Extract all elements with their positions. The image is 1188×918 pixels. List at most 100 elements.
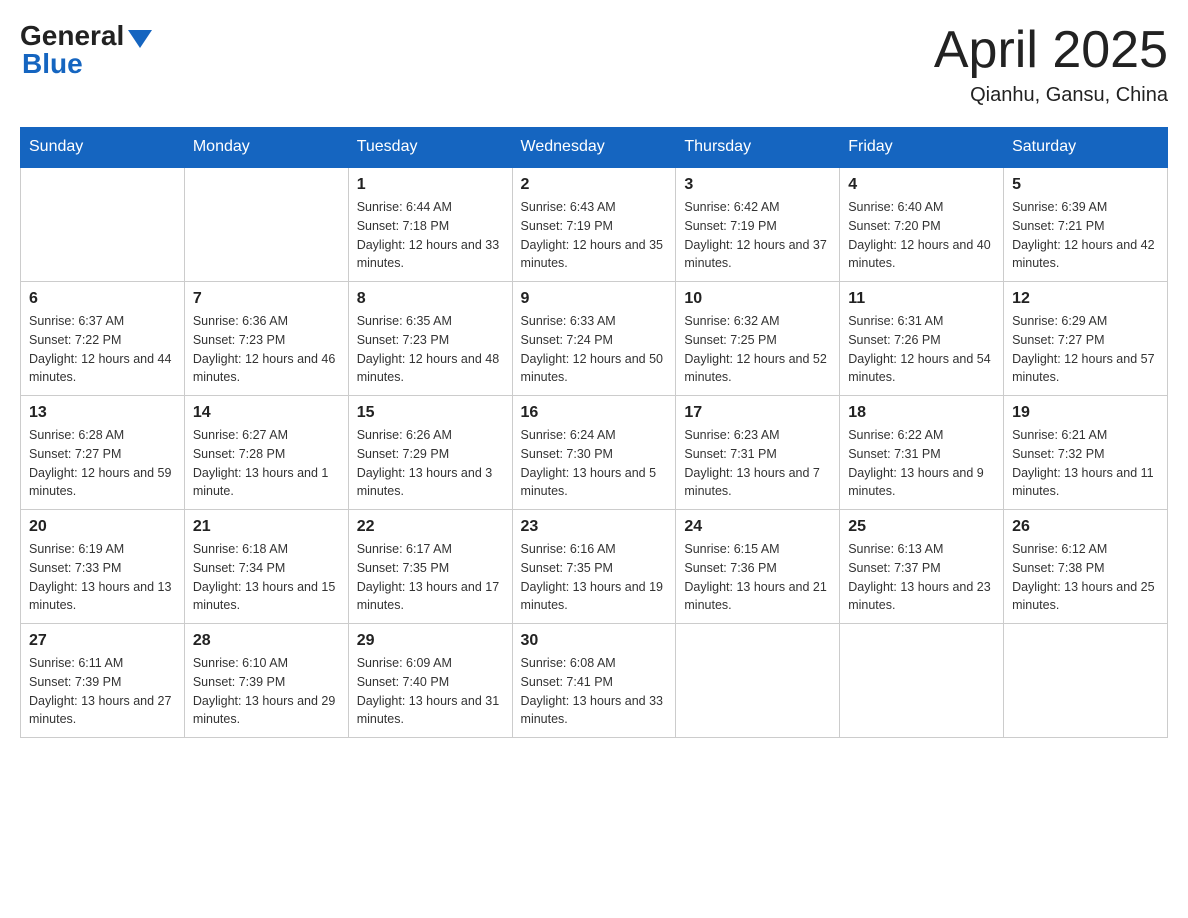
- day-number: 24: [684, 518, 831, 536]
- day-info: Sunrise: 6:35 AMSunset: 7:23 PMDaylight:…: [357, 312, 504, 387]
- calendar-day-cell: [1004, 624, 1168, 738]
- calendar-day-cell: 30Sunrise: 6:08 AMSunset: 7:41 PMDayligh…: [512, 624, 676, 738]
- calendar-day-cell: 21 Sunrise: 6:18 AMSunset: 7:34 PMDayligh…: [184, 510, 348, 624]
- calendar-day-cell: 19 Sunrise: 6:21 AMSunset: 7:32 PMDayligh…: [1004, 396, 1168, 510]
- calendar-day-cell: 7 Sunrise: 6:36 AMSunset: 7:23 PMDaylight…: [184, 282, 348, 396]
- calendar-day-cell: 13Sunrise: 6:28 AMSunset: 7:27 PMDayligh…: [21, 396, 185, 510]
- calendar-day-cell: 11 Sunrise: 6:31 AMSunset: 7:26 PMDayligh…: [840, 282, 1004, 396]
- calendar-day-cell: 25Sunrise: 6:13 AMSunset: 7:37 PMDayligh…: [840, 510, 1004, 624]
- calendar-title: April 2025: [934, 20, 1168, 80]
- day-info: Sunrise: 6:18 AMSunset: 7:34 PMDaylight:…: [193, 540, 340, 615]
- calendar-day-cell: 18Sunrise: 6:22 AMSunset: 7:31 PMDayligh…: [840, 396, 1004, 510]
- calendar-body: 1 Sunrise: 6:44 AMSunset: 7:18 PMDaylight…: [21, 167, 1168, 738]
- calendar-day-cell: [184, 167, 348, 282]
- days-of-week-row: SundayMondayTuesdayWednesdayThursdayFrid…: [21, 128, 1168, 168]
- calendar-week-row: 13Sunrise: 6:28 AMSunset: 7:27 PMDayligh…: [21, 396, 1168, 510]
- day-number: 29: [357, 632, 504, 650]
- day-info: Sunrise: 6:33 AMSunset: 7:24 PMDaylight:…: [521, 312, 668, 387]
- calendar-week-row: 20 Sunrise: 6:19 AMSunset: 7:33 PMDayligh…: [21, 510, 1168, 624]
- page-header: General Blue April 2025 Qianhu, Gansu, C…: [20, 20, 1168, 107]
- day-number: 26: [1012, 518, 1159, 536]
- day-info: Sunrise: 6:16 AMSunset: 7:35 PMDaylight:…: [521, 540, 668, 615]
- day-of-week-header: Thursday: [676, 128, 840, 168]
- day-number: 20: [29, 518, 176, 536]
- calendar-header: SundayMondayTuesdayWednesdayThursdayFrid…: [21, 128, 1168, 168]
- calendar-day-cell: 24Sunrise: 6:15 AMSunset: 7:36 PMDayligh…: [676, 510, 840, 624]
- calendar-day-cell: 6 Sunrise: 6:37 AMSunset: 7:22 PMDaylight…: [21, 282, 185, 396]
- day-of-week-header: Wednesday: [512, 128, 676, 168]
- day-info: Sunrise: 6:28 AMSunset: 7:27 PMDaylight:…: [29, 426, 176, 501]
- day-info: Sunrise: 6:24 AMSunset: 7:30 PMDaylight:…: [521, 426, 668, 501]
- calendar-day-cell: 1 Sunrise: 6:44 AMSunset: 7:18 PMDaylight…: [348, 167, 512, 282]
- day-number: 3: [684, 176, 831, 194]
- calendar-day-cell: 14 Sunrise: 6:27 AMSunset: 7:28 PMDayligh…: [184, 396, 348, 510]
- calendar-day-cell: [676, 624, 840, 738]
- calendar-week-row: 1 Sunrise: 6:44 AMSunset: 7:18 PMDaylight…: [21, 167, 1168, 282]
- day-info: Sunrise: 6:17 AMSunset: 7:35 PMDaylight:…: [357, 540, 504, 615]
- calendar-day-cell: 23Sunrise: 6:16 AMSunset: 7:35 PMDayligh…: [512, 510, 676, 624]
- calendar-day-cell: 22Sunrise: 6:17 AMSunset: 7:35 PMDayligh…: [348, 510, 512, 624]
- day-number: 12: [1012, 290, 1159, 308]
- day-info: Sunrise: 6:37 AMSunset: 7:22 PMDaylight:…: [29, 312, 176, 387]
- day-info: Sunrise: 6:43 AMSunset: 7:19 PMDaylight:…: [521, 198, 668, 273]
- day-number: 2: [521, 176, 668, 194]
- day-number: 10: [684, 290, 831, 308]
- day-info: Sunrise: 6:32 AMSunset: 7:25 PMDaylight:…: [684, 312, 831, 387]
- day-info: Sunrise: 6:36 AMSunset: 7:23 PMDaylight:…: [193, 312, 340, 387]
- day-info: Sunrise: 6:42 AMSunset: 7:19 PMDaylight:…: [684, 198, 831, 273]
- calendar-location: Qianhu, Gansu, China: [934, 84, 1168, 107]
- calendar-day-cell: 4 Sunrise: 6:40 AMSunset: 7:20 PMDaylight…: [840, 167, 1004, 282]
- calendar-week-row: 6 Sunrise: 6:37 AMSunset: 7:22 PMDaylight…: [21, 282, 1168, 396]
- day-number: 28: [193, 632, 340, 650]
- calendar-week-row: 27Sunrise: 6:11 AMSunset: 7:39 PMDayligh…: [21, 624, 1168, 738]
- logo-arrow-icon: [128, 30, 152, 48]
- day-number: 19: [1012, 404, 1159, 422]
- day-number: 17: [684, 404, 831, 422]
- day-number: 4: [848, 176, 995, 194]
- day-info: Sunrise: 6:10 AMSunset: 7:39 PMDaylight:…: [193, 654, 340, 729]
- day-info: Sunrise: 6:40 AMSunset: 7:20 PMDaylight:…: [848, 198, 995, 273]
- day-info: Sunrise: 6:23 AMSunset: 7:31 PMDaylight:…: [684, 426, 831, 501]
- calendar-day-cell: 2 Sunrise: 6:43 AMSunset: 7:19 PMDaylight…: [512, 167, 676, 282]
- calendar-day-cell: 26 Sunrise: 6:12 AMSunset: 7:38 PMDayligh…: [1004, 510, 1168, 624]
- day-info: Sunrise: 6:09 AMSunset: 7:40 PMDaylight:…: [357, 654, 504, 729]
- calendar-day-cell: [840, 624, 1004, 738]
- day-number: 6: [29, 290, 176, 308]
- calendar-day-cell: 17 Sunrise: 6:23 AMSunset: 7:31 PMDayligh…: [676, 396, 840, 510]
- logo: General Blue: [20, 20, 152, 80]
- day-info: Sunrise: 6:31 AMSunset: 7:26 PMDaylight:…: [848, 312, 995, 387]
- day-number: 30: [521, 632, 668, 650]
- calendar-day-cell: 12Sunrise: 6:29 AMSunset: 7:27 PMDayligh…: [1004, 282, 1168, 396]
- title-section: April 2025 Qianhu, Gansu, China: [934, 20, 1168, 107]
- calendar-table: SundayMondayTuesdayWednesdayThursdayFrid…: [20, 127, 1168, 738]
- day-info: Sunrise: 6:19 AMSunset: 7:33 PMDaylight:…: [29, 540, 176, 615]
- calendar-day-cell: 3 Sunrise: 6:42 AMSunset: 7:19 PMDaylight…: [676, 167, 840, 282]
- day-number: 5: [1012, 176, 1159, 194]
- day-number: 27: [29, 632, 176, 650]
- day-of-week-header: Tuesday: [348, 128, 512, 168]
- day-info: Sunrise: 6:21 AMSunset: 7:32 PMDaylight:…: [1012, 426, 1159, 501]
- day-number: 1: [357, 176, 504, 194]
- day-info: Sunrise: 6:12 AMSunset: 7:38 PMDaylight:…: [1012, 540, 1159, 615]
- calendar-day-cell: 10 Sunrise: 6:32 AMSunset: 7:25 PMDayligh…: [676, 282, 840, 396]
- calendar-day-cell: 8Sunrise: 6:35 AMSunset: 7:23 PMDaylight…: [348, 282, 512, 396]
- calendar-day-cell: 9 Sunrise: 6:33 AMSunset: 7:24 PMDaylight…: [512, 282, 676, 396]
- calendar-day-cell: [21, 167, 185, 282]
- calendar-day-cell: 5 Sunrise: 6:39 AMSunset: 7:21 PMDaylight…: [1004, 167, 1168, 282]
- calendar-day-cell: 15Sunrise: 6:26 AMSunset: 7:29 PMDayligh…: [348, 396, 512, 510]
- day-info: Sunrise: 6:44 AMSunset: 7:18 PMDaylight:…: [357, 198, 504, 273]
- day-number: 21: [193, 518, 340, 536]
- day-info: Sunrise: 6:13 AMSunset: 7:37 PMDaylight:…: [848, 540, 995, 615]
- day-of-week-header: Saturday: [1004, 128, 1168, 168]
- day-number: 14: [193, 404, 340, 422]
- day-number: 7: [193, 290, 340, 308]
- day-number: 9: [521, 290, 668, 308]
- calendar-day-cell: 27Sunrise: 6:11 AMSunset: 7:39 PMDayligh…: [21, 624, 185, 738]
- day-info: Sunrise: 6:39 AMSunset: 7:21 PMDaylight:…: [1012, 198, 1159, 273]
- calendar-day-cell: 16Sunrise: 6:24 AMSunset: 7:30 PMDayligh…: [512, 396, 676, 510]
- day-number: 15: [357, 404, 504, 422]
- day-of-week-header: Sunday: [21, 128, 185, 168]
- day-number: 11: [848, 290, 995, 308]
- day-info: Sunrise: 6:22 AMSunset: 7:31 PMDaylight:…: [848, 426, 995, 501]
- day-info: Sunrise: 6:27 AMSunset: 7:28 PMDaylight:…: [193, 426, 340, 501]
